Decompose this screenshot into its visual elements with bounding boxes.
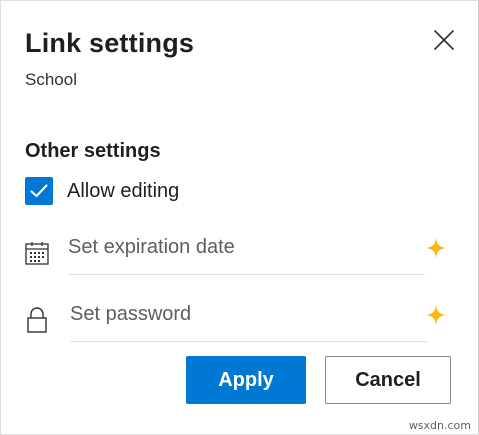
password-row: Set password — [23, 298, 448, 342]
password-field[interactable]: Set password — [70, 298, 427, 342]
lock-icon — [23, 306, 51, 334]
dialog-title: Link settings — [25, 28, 195, 58]
expiration-date-row: Set expiration date — [23, 231, 448, 275]
section-heading: Other settings — [25, 140, 161, 162]
allow-editing-checkbox[interactable]: Allow editing — [25, 176, 179, 206]
sparkle-icon — [425, 237, 447, 259]
sparkle-icon — [425, 304, 447, 326]
close-icon — [434, 30, 454, 50]
apply-button[interactable]: Apply — [186, 356, 306, 404]
expiration-date-field[interactable]: Set expiration date — [68, 231, 425, 275]
checkbox-box[interactable] — [25, 177, 53, 205]
cancel-button[interactable]: Cancel — [325, 356, 451, 404]
watermark-text: wsxdn.com — [408, 419, 471, 432]
calendar-icon — [23, 239, 51, 267]
dialog-subtitle: School — [25, 70, 77, 89]
allow-editing-label: Allow editing — [67, 180, 180, 202]
checkmark-icon — [30, 184, 48, 197]
close-button[interactable] — [429, 25, 459, 55]
link-settings-dialog: Link settings School Other settings Allo… — [0, 0, 479, 435]
